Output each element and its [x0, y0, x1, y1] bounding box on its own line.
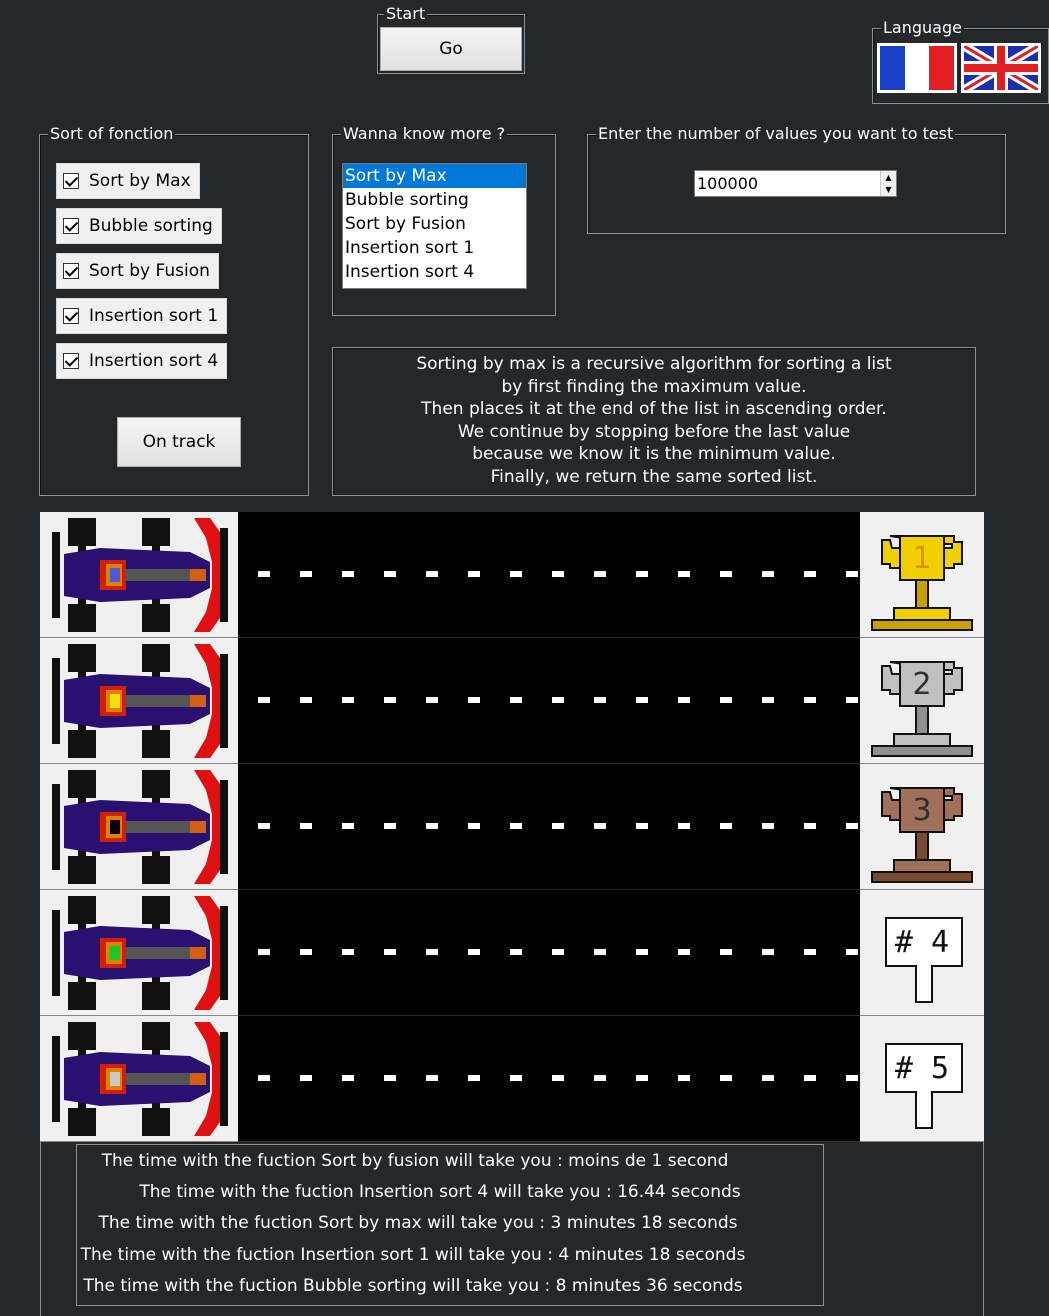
description-line: Sorting by max is a recursive algorithm … — [416, 354, 892, 374]
description-line: Then places it at the end of the list in… — [421, 399, 887, 420]
go-button[interactable]: Go — [380, 27, 522, 71]
gold-trophy-icon: 1 — [871, 535, 973, 631]
race-car-icon — [52, 518, 228, 632]
list-item[interactable]: Sort by Max — [343, 164, 526, 188]
checkbox-check-icon[interactable] — [63, 353, 79, 369]
race-lane: 1 — [40, 512, 984, 638]
checkbox-check-icon[interactable] — [63, 218, 79, 234]
value-count-input[interactable]: 100000 — [695, 174, 880, 193]
language-legend: Language — [881, 18, 964, 37]
result-line: The time with the fuction Insertion sort… — [80, 1245, 746, 1265]
description-line: We continue by stopping before the last … — [457, 421, 851, 442]
description-panel: Sorting by max is a recursive algorithm … — [332, 347, 976, 496]
checkbox-label: Insertion sort 1 — [89, 306, 219, 326]
car-cell — [40, 890, 238, 1016]
rank-label: # 5 — [895, 1051, 949, 1086]
results-area: The time with the fuction Sort by fusion… — [40, 1142, 984, 1316]
car-cell — [40, 638, 238, 764]
value-count-spinbox[interactable]: 100000 ▲ ▼ — [694, 170, 897, 197]
road — [238, 764, 860, 890]
checkbox-insertion-sort-4[interactable]: Insertion sort 4 — [56, 343, 228, 379]
list-item[interactable]: Insertion sort 1 — [343, 236, 526, 260]
race-lane: # 4 — [40, 890, 984, 1016]
trophy-cell: 3 — [860, 764, 984, 890]
checkbox-bubble-sorting[interactable]: Bubble sorting — [56, 208, 222, 244]
trophy-rank: 3 — [912, 793, 931, 828]
rank-label: # 4 — [895, 925, 949, 960]
road — [238, 638, 860, 764]
description-line: because we know it is the minimum value. — [472, 444, 836, 465]
language-group: Language — [872, 19, 1049, 104]
trophy-cell: # 5 — [860, 1016, 984, 1142]
list-item[interactable]: Insertion sort 4 — [343, 260, 526, 284]
checkbox-label: Insertion sort 4 — [89, 351, 219, 371]
race-car-icon — [52, 770, 228, 884]
race-track: 1 2 3 # 4 # 5 — [40, 512, 984, 1142]
lane-divider — [258, 949, 860, 955]
rank-5-sign-icon: # 5 — [885, 1043, 963, 1129]
result-line: The time with the fuction Bubble sorting… — [83, 1276, 743, 1296]
silver-trophy-icon: 2 — [871, 661, 973, 757]
rank-4-sign-icon: # 4 — [885, 917, 963, 1003]
spin-arrows[interactable]: ▲ ▼ — [880, 171, 896, 196]
car-cell — [40, 1016, 238, 1142]
road — [238, 512, 860, 638]
trophy-rank: 2 — [912, 667, 931, 702]
results-box: The time with the fuction Sort by fusion… — [76, 1144, 824, 1306]
sort-function-legend: Sort of fonction — [48, 124, 176, 143]
info-legend: Wanna know more ? — [341, 124, 508, 143]
spin-up-icon[interactable]: ▲ — [881, 171, 896, 184]
race-car-icon — [52, 896, 228, 1010]
lane-divider — [258, 697, 860, 703]
checkbox-label: Sort by Max — [89, 171, 191, 191]
result-line: The time with the fuction Sort by max wi… — [98, 1213, 738, 1233]
checkbox-check-icon[interactable] — [63, 173, 79, 189]
info-group: Wanna know more ? Sort by Max Bubble sor… — [332, 125, 556, 316]
trophy-cell: 2 — [860, 638, 984, 764]
checkbox-sort-by-fusion[interactable]: Sort by Fusion — [56, 253, 219, 289]
checkbox-label: Bubble sorting — [89, 216, 213, 236]
on-track-button[interactable]: On track — [117, 417, 241, 467]
checkbox-sort-by-max[interactable]: Sort by Max — [56, 163, 200, 199]
start-group: Start Go — [377, 5, 525, 74]
count-legend: Enter the number of values you want to t… — [596, 124, 956, 143]
description-line: by first finding the maximum value. — [501, 376, 807, 397]
start-legend: Start — [384, 4, 428, 23]
road — [238, 890, 860, 1016]
trophy-rank: 1 — [912, 541, 931, 576]
checkbox-check-icon[interactable] — [63, 308, 79, 324]
count-group: Enter the number of values you want to t… — [587, 125, 1006, 234]
checkbox-check-icon[interactable] — [63, 263, 79, 279]
checkbox-label: Sort by Fusion — [89, 261, 210, 281]
algorithm-listbox[interactable]: Sort by Max Bubble sorting Sort by Fusio… — [342, 163, 527, 289]
race-lane: # 5 — [40, 1016, 984, 1142]
spin-down-icon[interactable]: ▼ — [881, 183, 896, 196]
description-text: Sorting by max is a recursive algorithm … — [333, 353, 975, 489]
lane-divider — [258, 823, 860, 829]
trophy-cell: # 4 — [860, 890, 984, 1016]
race-car-icon — [52, 644, 228, 758]
trophy-cell: 1 — [860, 512, 984, 638]
french-flag-icon[interactable] — [877, 43, 957, 93]
lane-divider — [258, 571, 860, 577]
sort-function-group: Sort of fonction Sort by Max Bubble sort… — [39, 125, 309, 496]
road — [238, 1016, 860, 1142]
uk-flag-icon[interactable] — [961, 43, 1041, 93]
car-cell — [40, 512, 238, 638]
result-line: The time with the fuction Insertion sort… — [139, 1182, 741, 1202]
car-cell — [40, 764, 238, 890]
bronze-trophy-icon: 3 — [871, 787, 973, 883]
race-car-icon — [52, 1022, 228, 1136]
race-lane: 3 — [40, 764, 984, 890]
list-item[interactable]: Bubble sorting — [343, 188, 526, 212]
lane-divider — [258, 1075, 860, 1081]
race-lane: 2 — [40, 638, 984, 764]
list-item[interactable]: Sort by Fusion — [343, 212, 526, 236]
result-line: The time with the fuction Sort by fusion… — [101, 1151, 729, 1171]
description-line: Finally, we return the same sorted list. — [490, 466, 818, 487]
checkbox-insertion-sort-1[interactable]: Insertion sort 1 — [56, 298, 228, 334]
